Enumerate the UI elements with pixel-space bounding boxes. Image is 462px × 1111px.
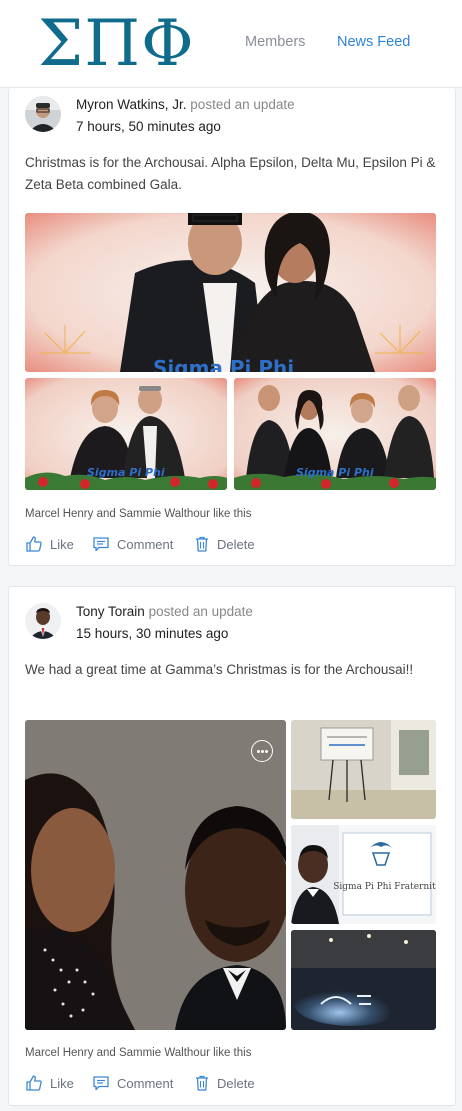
post-author-line: Tony Torain posted an update — [76, 604, 253, 619]
sign-text: Sigma Pi Phi Fraternity — [333, 882, 436, 892]
comment-icon — [93, 1076, 109, 1091]
trash-icon — [196, 1075, 208, 1091]
post-body: We had a great time at Gamma’s Christmas… — [25, 662, 414, 677]
comment-icon — [93, 537, 109, 552]
more-options-icon[interactable] — [251, 740, 273, 762]
author-avatar[interactable] — [25, 603, 61, 639]
site-header: ΣΠΦ Members News Feed — [0, 0, 462, 88]
activity-post: Myron Watkins, Jr. posted an update 7 ho… — [8, 88, 456, 566]
post-timestamp[interactable]: 7 hours, 50 minutes ago — [76, 119, 221, 134]
post-likes-summary[interactable]: Marcel Henry and Sammie Walthour like th… — [25, 508, 251, 520]
delete-label: Delete — [217, 1075, 255, 1091]
like-label: Like — [50, 536, 74, 552]
post-action-text: posted an update — [190, 97, 295, 112]
delete-button[interactable]: Delete — [194, 1074, 255, 1092]
thumbs-up-icon — [26, 536, 42, 552]
delete-button[interactable]: Delete — [194, 535, 255, 553]
post-photo[interactable] — [25, 720, 286, 1030]
post-photo[interactable]: Sigma Pi Phi — [25, 213, 436, 372]
like-button[interactable]: Like — [25, 1074, 74, 1092]
comment-label: Comment — [117, 536, 174, 552]
comment-label: Comment — [117, 1075, 174, 1091]
author-avatar[interactable] — [25, 96, 61, 132]
like-label: Like — [50, 1075, 74, 1091]
comment-button[interactable]: Comment — [92, 1074, 173, 1092]
like-button[interactable]: Like — [25, 535, 74, 553]
comment-button[interactable]: Comment — [92, 535, 173, 553]
post-author-name[interactable]: Myron Watkins, Jr. — [76, 97, 187, 112]
post-likes-summary[interactable]: Marcel Henry and Sammie Walthour like th… — [25, 1047, 251, 1059]
post-photo[interactable]: Sigma Pi Phi — [25, 378, 227, 490]
post-photo[interactable] — [291, 720, 436, 819]
post-photo[interactable]: Sigma Pi Phi Fraternity — [291, 825, 436, 924]
nav-news-feed-link[interactable]: News Feed — [337, 34, 410, 50]
photo-watermark: Sigma Pi Phi — [296, 466, 374, 479]
photo-watermark: Sigma Pi Phi — [87, 466, 165, 479]
post-author-line: Myron Watkins, Jr. posted an update — [76, 97, 295, 112]
post-body: Christmas is for the Archousai. Alpha Ep… — [25, 155, 436, 192]
nav-members-link[interactable]: Members — [245, 34, 305, 50]
post-action-text: posted an update — [148, 604, 253, 619]
thumbs-up-icon — [26, 1075, 42, 1091]
post-timestamp[interactable]: 15 hours, 30 minutes ago — [76, 626, 228, 641]
fraternity-logo[interactable]: ΣΠΦ — [38, 6, 195, 82]
photo-watermark: Sigma Pi Phi — [153, 356, 294, 372]
trash-icon — [196, 536, 208, 552]
activity-post: Tony Torain posted an update 15 hours, 3… — [8, 586, 456, 1106]
delete-label: Delete — [217, 536, 255, 552]
post-photo[interactable]: Sigma Pi Phi — [234, 378, 436, 490]
post-photo[interactable] — [291, 930, 436, 1030]
post-author-name[interactable]: Tony Torain — [76, 604, 145, 619]
